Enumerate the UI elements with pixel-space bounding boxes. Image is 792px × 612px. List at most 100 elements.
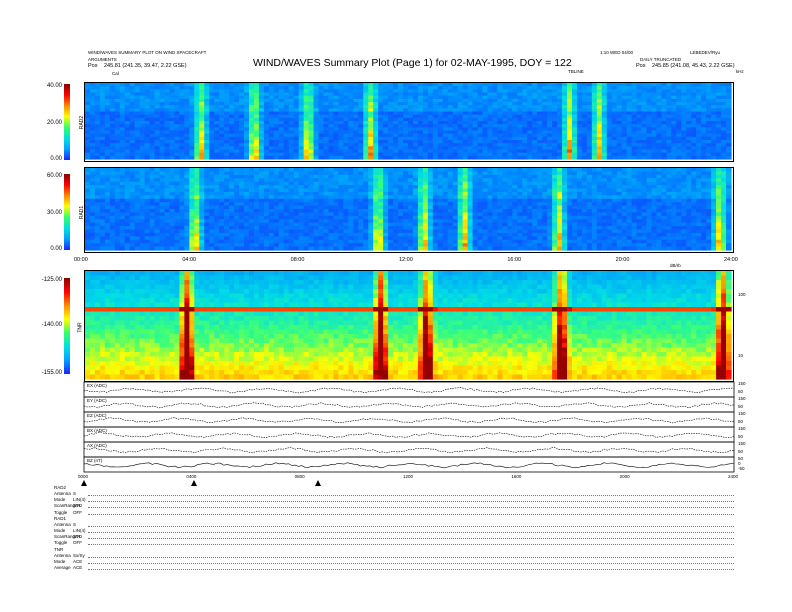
rad1-cell <box>313 232 320 237</box>
rad1-cell <box>85 243 91 248</box>
rad1-cell <box>293 215 300 220</box>
rad1-cell <box>184 174 190 179</box>
rad1-cell <box>214 222 220 227</box>
rad1-cell <box>323 191 330 196</box>
rad1-cell <box>194 236 200 241</box>
rad1-cell <box>358 209 364 214</box>
rad1-cell <box>234 171 240 176</box>
rad1-cell <box>119 239 126 244</box>
rad2-cell <box>417 155 424 160</box>
rad1-cell <box>209 171 215 176</box>
rad1-cell <box>447 215 454 220</box>
rad1-cell <box>432 232 439 237</box>
rad1-cell <box>119 209 126 214</box>
rad1-cell <box>447 236 454 241</box>
rad1-cell <box>283 171 290 176</box>
rad1-cell <box>378 226 384 231</box>
rad1-cell <box>368 226 374 231</box>
rad1-cell <box>313 243 320 248</box>
rad2-cell <box>378 155 384 160</box>
rad1-cell <box>373 185 379 190</box>
rad1-cell <box>184 178 190 183</box>
rad1-cell <box>383 171 389 176</box>
rad1-cell <box>139 243 146 248</box>
rad1-cell <box>417 188 424 193</box>
rad1-cell <box>85 246 91 251</box>
rad1-cell <box>144 178 151 183</box>
rad1-cell <box>308 174 315 179</box>
rad1-cell <box>253 246 260 251</box>
rad1-cell <box>437 205 444 210</box>
rad2-cell <box>467 155 474 160</box>
rad1-cell <box>258 236 265 241</box>
rad1-cell <box>209 188 215 193</box>
rad1-cell <box>353 229 359 234</box>
rad1-cell <box>368 246 374 251</box>
rad2-cell <box>432 155 439 160</box>
rad1-cell <box>457 243 464 248</box>
rad1-cell <box>457 236 464 241</box>
rad1-cell <box>129 185 136 190</box>
rad1-cell <box>253 205 260 210</box>
rad1-cell <box>229 171 235 176</box>
rad1-cell <box>239 188 245 193</box>
rad1-cell <box>159 226 166 231</box>
rad1-cell <box>219 195 225 200</box>
rad1-cell <box>174 222 181 227</box>
rad1-cell <box>393 195 399 200</box>
rad1-cell <box>388 215 394 220</box>
rad1-cell <box>248 202 255 207</box>
rad1-cell <box>293 236 300 241</box>
rad1-cell <box>447 222 454 227</box>
rad1-cell <box>368 232 374 237</box>
rad1-cell <box>273 215 280 220</box>
rad1-cell <box>194 198 200 203</box>
rad1-cell <box>452 168 459 173</box>
rad2-cell <box>124 155 131 160</box>
rad1-cell <box>363 215 369 220</box>
rad1-cell <box>462 219 469 224</box>
rad1-cell <box>388 219 394 224</box>
rad1-cell <box>323 171 330 176</box>
rad1-cell <box>124 212 131 217</box>
rad1-cell <box>303 168 310 173</box>
rad1-cell <box>124 198 131 203</box>
rad1-cell <box>318 209 325 214</box>
rad1-cell <box>452 198 459 203</box>
rad1-cell <box>457 209 464 214</box>
rad1-cell <box>169 219 176 224</box>
rad1-cell <box>154 246 161 251</box>
rad1-cell <box>388 191 394 196</box>
rad2-cell <box>517 155 523 160</box>
rad1-cell <box>403 195 409 200</box>
rad1-cell <box>338 195 344 200</box>
rad1-cell <box>427 236 434 241</box>
rad1-cell <box>204 202 210 207</box>
rad1-cell <box>437 215 444 220</box>
rad1-cell <box>129 198 136 203</box>
rad1-cell <box>224 215 230 220</box>
rad1-cell <box>358 215 364 220</box>
rad1-cell <box>85 239 91 244</box>
rad1-cell <box>253 232 260 237</box>
rad1-cell <box>462 185 469 190</box>
rad1-cell <box>398 178 404 183</box>
rad1-cell <box>398 185 404 190</box>
rad1-cell <box>432 229 439 234</box>
rad1-cell <box>348 174 354 179</box>
rad1-cell <box>214 232 220 237</box>
rad1-cell <box>244 246 250 251</box>
rad1-cell <box>308 191 315 196</box>
rad1-cell <box>333 239 340 244</box>
rad1-cell <box>368 191 374 196</box>
rad1-cell <box>229 226 235 231</box>
rad1-cell <box>179 202 185 207</box>
rad1-cell <box>363 229 369 234</box>
rad1-cell <box>174 232 181 237</box>
rad1-cell <box>338 168 344 173</box>
rad1-cell <box>447 191 454 196</box>
rad1-cell <box>452 191 459 196</box>
rad1-cell <box>417 226 424 231</box>
rad1-cell <box>119 222 126 227</box>
rad1-cell <box>253 195 260 200</box>
